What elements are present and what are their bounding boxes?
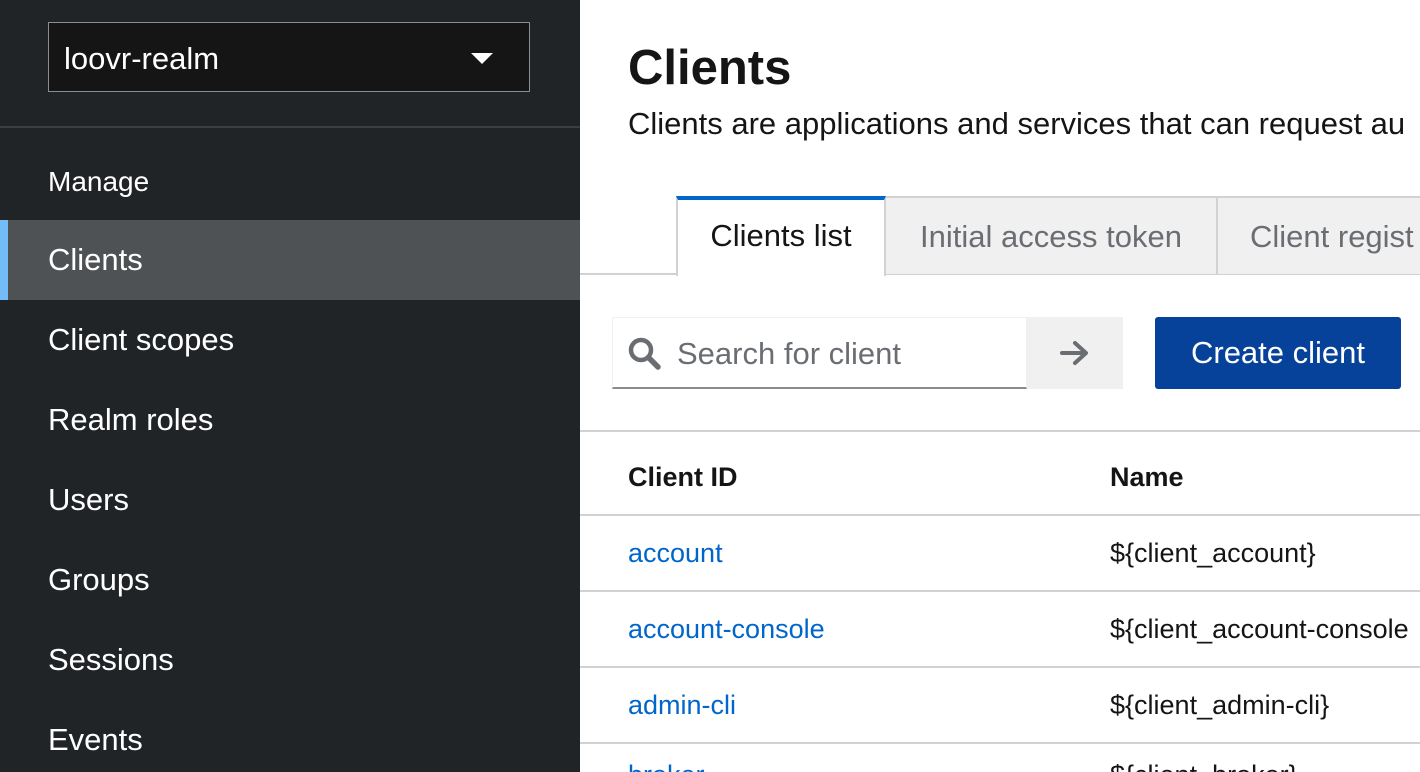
sidebar-item-label: Events [48, 722, 143, 757]
table-row-divider [580, 590, 1420, 592]
sidebar-item-users[interactable]: Users [0, 460, 580, 540]
sidebar-item-label: Client scopes [48, 322, 235, 357]
client-id-link[interactable]: admin-cli [628, 690, 736, 721]
page-title: Clients [628, 41, 792, 95]
table-divider [580, 514, 1420, 516]
column-header-name[interactable]: Name [1110, 462, 1184, 493]
client-name: ${client_broker} [1110, 760, 1298, 772]
client-name: ${client_account-console [1110, 614, 1409, 644]
client-id-link[interactable]: broker [628, 760, 705, 772]
tab-client-registration[interactable]: Client regist [1218, 196, 1420, 274]
sidebar-item-client-scopes[interactable]: Client scopes [0, 300, 580, 380]
client-id-link[interactable]: account-console [628, 614, 825, 645]
realm-selector[interactable]: loovr-realm [48, 22, 530, 92]
column-header-client-id[interactable]: Client ID [628, 462, 738, 493]
sidebar-divider [0, 126, 580, 128]
sidebar-item-label: Users [48, 482, 129, 517]
toolbar-divider [580, 430, 1420, 432]
search-input[interactable] [675, 328, 1019, 380]
arrow-right-icon [1060, 341, 1088, 365]
sidebar-item-events[interactable]: Events [0, 700, 580, 772]
sidebar-item-groups[interactable]: Groups [0, 540, 580, 620]
sidebar: loovr-realm Manage Clients Client scopes… [0, 0, 580, 772]
tab-initial-access-token[interactable]: Initial access token [886, 196, 1218, 274]
sidebar-item-label: Sessions [48, 642, 174, 677]
sidebar-item-label: Groups [48, 562, 150, 597]
page-description: Clients are applications and services th… [628, 106, 1406, 141]
client-name: ${client_account} [1110, 538, 1316, 568]
sidebar-item-label: Realm roles [48, 402, 214, 437]
sidebar-item-label: Clients [48, 242, 143, 277]
search-icon [628, 337, 661, 370]
create-client-button[interactable]: Create client [1155, 317, 1401, 389]
sidebar-item-clients[interactable]: Clients [0, 220, 580, 300]
sidebar-item-realm-roles[interactable]: Realm roles [0, 380, 580, 460]
search-box [612, 317, 1027, 389]
client-name: ${client_admin-cli} [1110, 690, 1330, 720]
sidebar-item-sessions[interactable]: Sessions [0, 620, 580, 700]
search-submit-button[interactable] [1027, 317, 1123, 389]
tab-clients-list[interactable]: Clients list [676, 196, 886, 276]
table-row-divider [580, 742, 1420, 744]
table-row-divider [580, 666, 1420, 668]
realm-name: loovr-realm [64, 41, 220, 76]
main-content: Clients Clients are applications and ser… [580, 0, 1420, 772]
nav-section-manage: Manage [48, 166, 150, 197]
caret-down-icon [471, 53, 493, 64]
client-id-link[interactable]: account [628, 538, 723, 569]
